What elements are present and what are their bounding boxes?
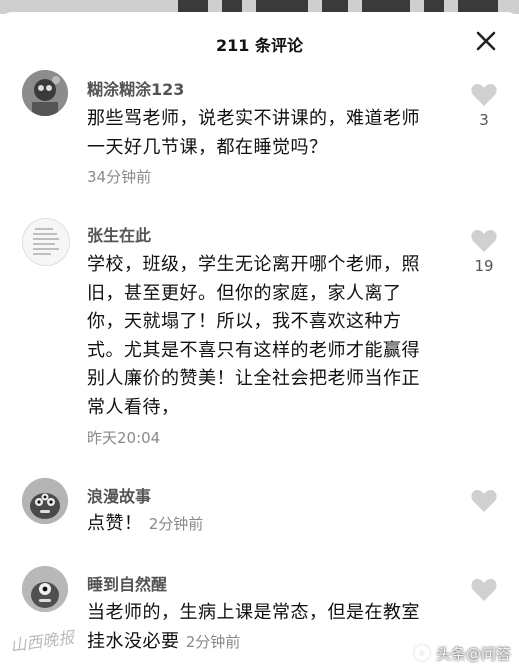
cartoon-avatar-icon xyxy=(22,70,68,116)
comment-username[interactable]: 糊涂糊涂123 xyxy=(87,76,184,100)
user-avatar[interactable] xyxy=(22,218,70,266)
user-avatar[interactable] xyxy=(22,478,68,524)
comment-username[interactable]: 睡到自然醒 xyxy=(87,571,167,595)
comment-text: 当老师的，生病上课是常态，但是在教室挂水没必要 2分钟前 xyxy=(87,602,420,652)
heart-icon xyxy=(471,230,497,252)
like-count: 19 xyxy=(474,257,494,275)
monster-avatar-icon xyxy=(22,478,68,524)
platform-watermark: 头条@问答 xyxy=(412,640,511,666)
like-count: 3 xyxy=(479,111,489,129)
heart-icon xyxy=(471,579,497,601)
comment-time: 2分钟前 xyxy=(185,632,241,651)
like-button[interactable] xyxy=(470,488,498,513)
like-button[interactable]: 3 xyxy=(470,82,498,129)
comment-time: 34分钟前 xyxy=(87,168,152,186)
user-avatar[interactable] xyxy=(22,70,68,116)
heart-icon xyxy=(471,490,497,512)
comment-username[interactable]: 张生在此 xyxy=(87,222,151,246)
comment-text: 点赞！ 2分钟前 xyxy=(87,513,204,534)
like-button[interactable] xyxy=(470,577,498,602)
comment-time: 昨天20:04 xyxy=(87,429,161,447)
close-icon xyxy=(476,31,496,51)
like-button[interactable]: 19 xyxy=(470,228,498,275)
platform-logo-icon xyxy=(412,643,432,663)
monster-avatar-icon xyxy=(22,566,68,612)
platform-watermark-text: 头条@问答 xyxy=(435,644,511,663)
close-button[interactable] xyxy=(473,28,499,54)
heart-icon xyxy=(471,84,497,106)
comment-text: 学校，班级，学生无论离开哪个老师，照旧，甚至更好。但你的家庭，家人离了你，天就塌… xyxy=(87,254,420,418)
comment-time: 2分钟前 xyxy=(148,515,204,533)
user-avatar[interactable] xyxy=(22,566,68,612)
text-document-avatar-icon xyxy=(23,219,69,265)
comments-title: 211 条评论 xyxy=(216,36,303,55)
comment-text: 那些骂老师，说老实不讲课的，难道老师一天好几节课，都在睡觉吗？ xyxy=(87,108,420,158)
comment-username[interactable]: 浪漫故事 xyxy=(87,483,151,507)
